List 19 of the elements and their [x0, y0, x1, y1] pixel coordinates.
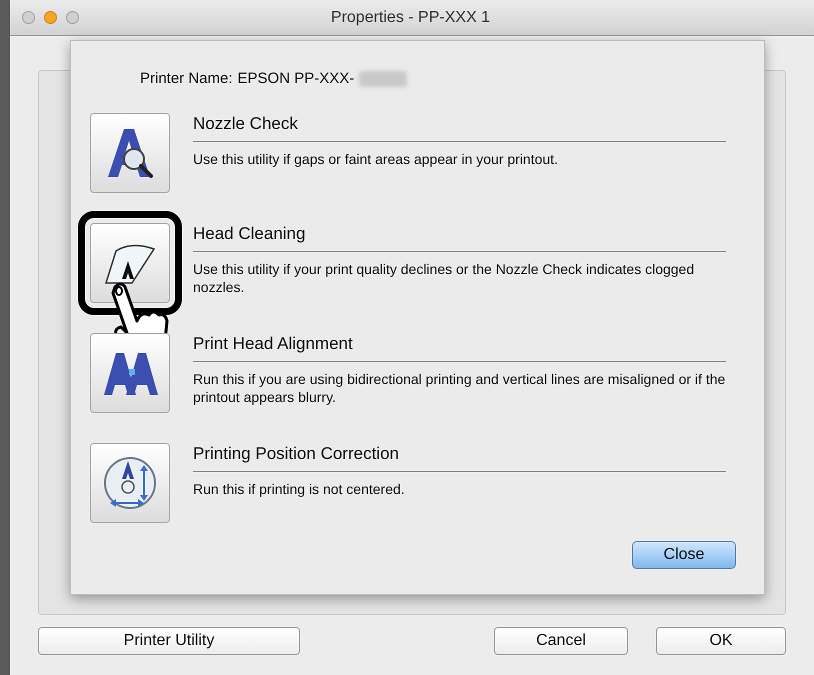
utility-description: Use this utility if gaps or faint areas appear in your printout.	[193, 150, 559, 168]
utility-button[interactable]	[90, 112, 170, 192]
dialog-button[interactable]: Printer Utility	[38, 627, 300, 655]
redacted-block	[359, 71, 408, 88]
utility-title: Nozzle Check	[193, 112, 299, 134]
utility-title: Printing Position Correction	[193, 442, 400, 464]
utility-title: Print Head Alignment	[193, 332, 354, 354]
dialog-button[interactable]: Cancel	[494, 627, 628, 655]
window-title: Properties - PP-XXX 1	[330, 8, 492, 28]
utility-description: Run this if printing is not centered.	[193, 480, 406, 498]
utility-description: Use this utility if your print quality declines or the Nozzle Check indicates clogged nozzles.	[193, 260, 696, 296]
close-button[interactable]: Close	[632, 541, 736, 569]
utility-title: Head Cleaning	[193, 222, 306, 244]
printer-name-value: EPSON PP-XXX-	[238, 69, 354, 89]
target-arrows-icon	[102, 454, 158, 510]
printer-name-label: Printer Name:	[140, 69, 233, 89]
utility-button[interactable]	[90, 332, 170, 412]
utility-description: Run this if you are using bidirectional printing and vertical lines are misaligned or if the printout appears blurry.	[193, 370, 726, 406]
dialog-button[interactable]: OK	[656, 627, 786, 655]
